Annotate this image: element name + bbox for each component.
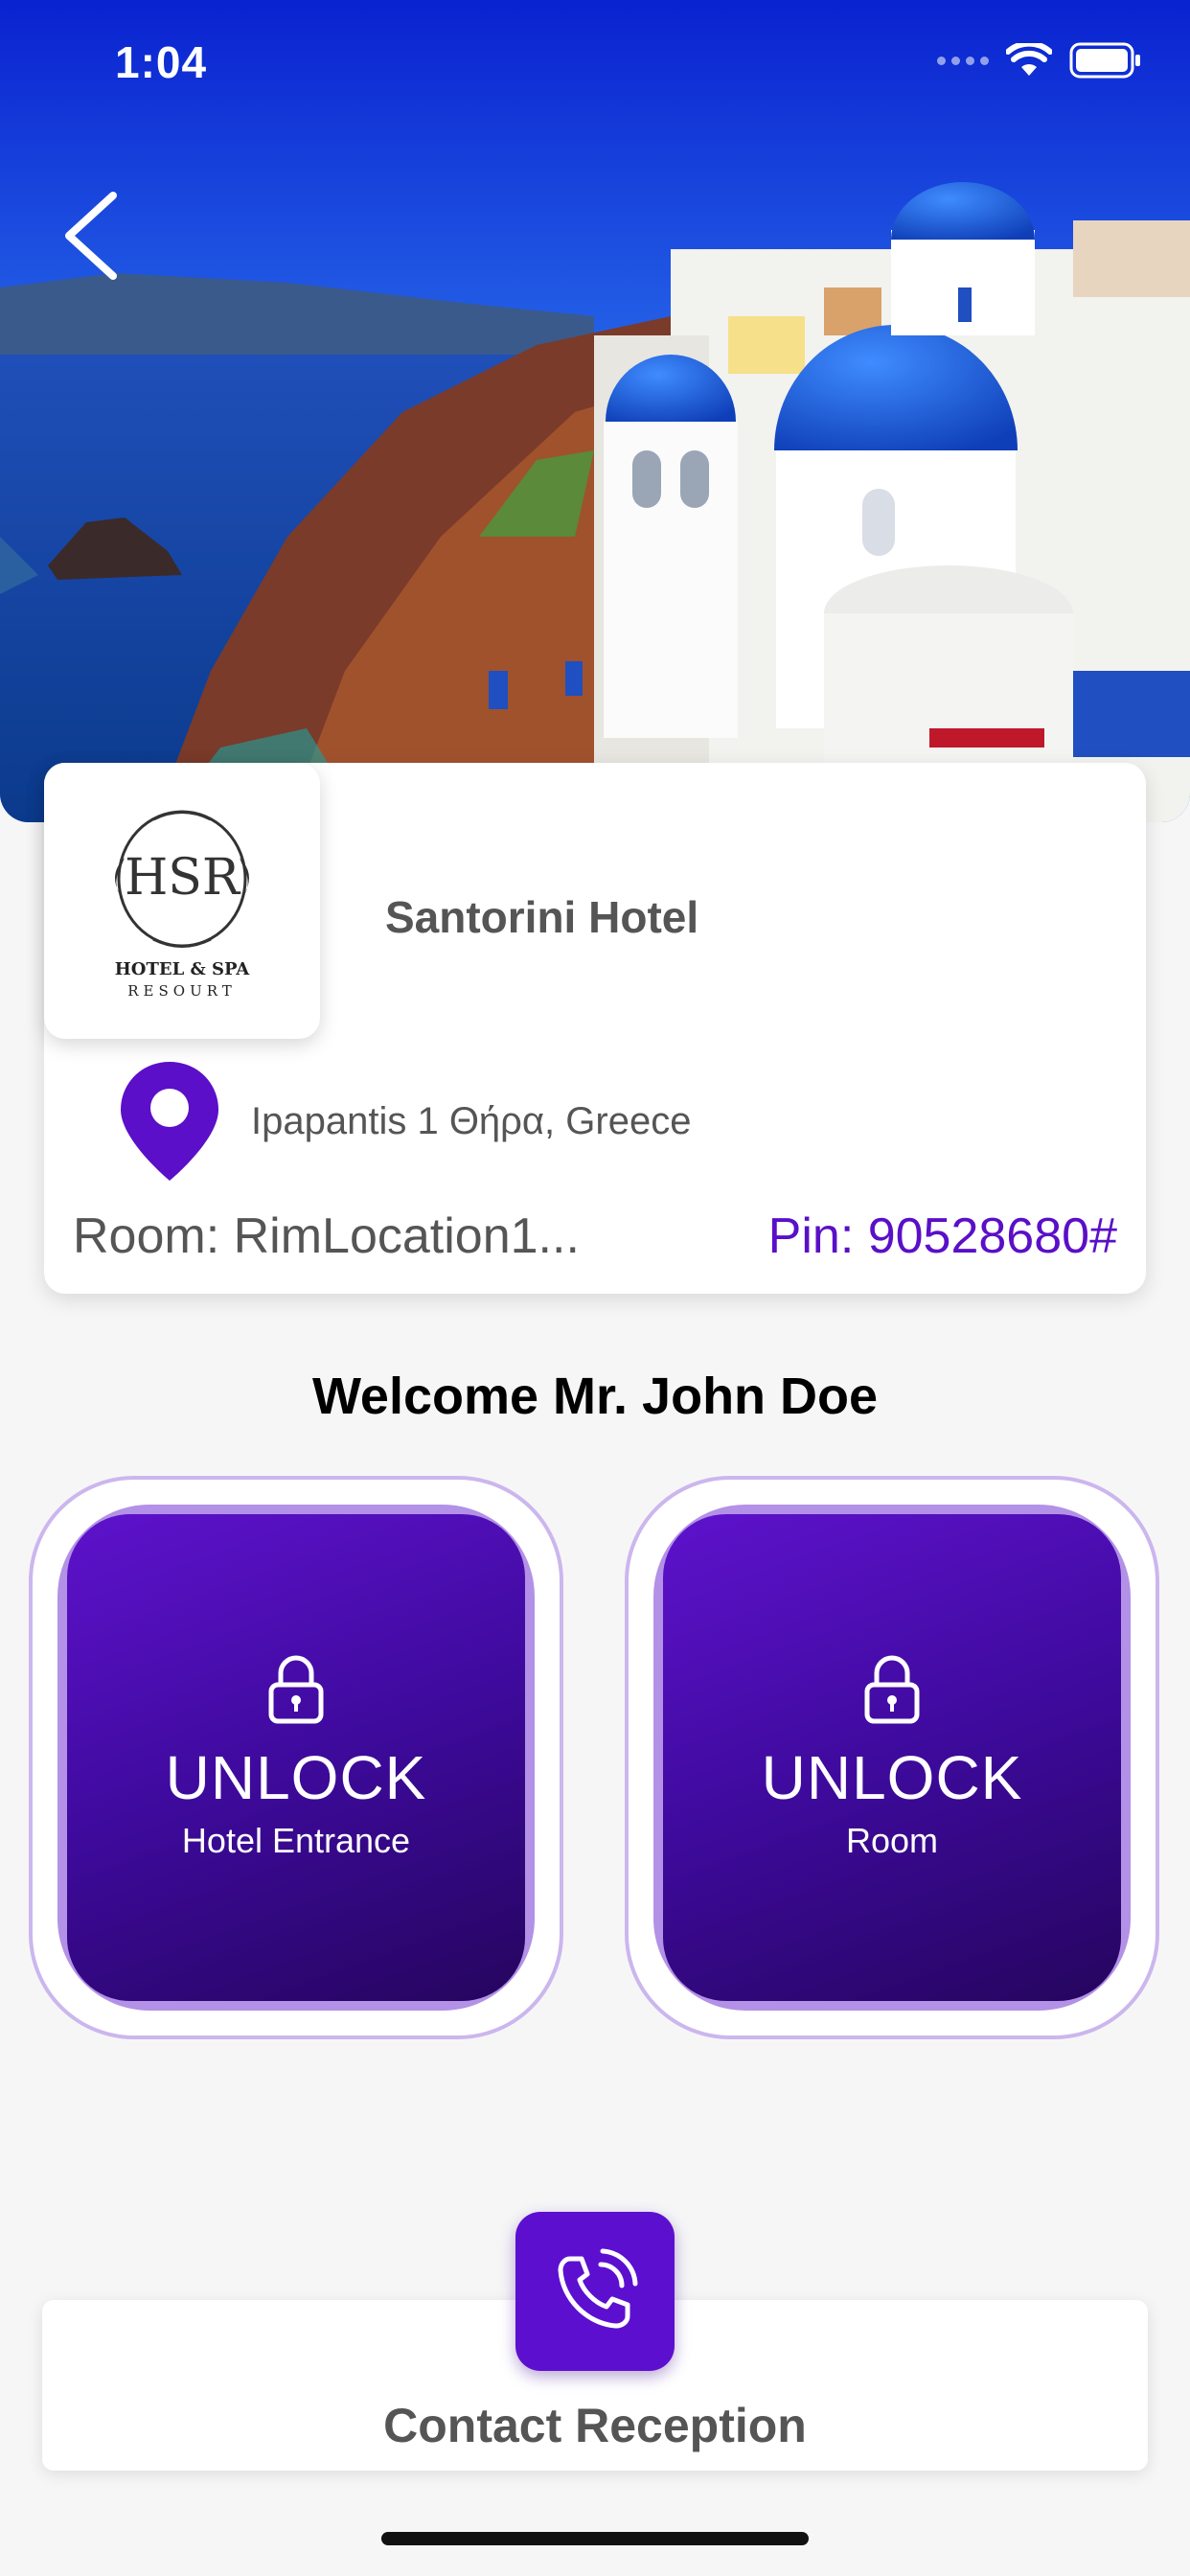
lock-icon — [268, 1655, 324, 1724]
home-indicator — [381, 2532, 809, 2545]
logo-monogram: HSR — [125, 849, 241, 907]
status-time: 1:04 — [115, 37, 208, 87]
hotel-logo: HSR HOTEL & SPA RESOURT — [44, 763, 320, 1039]
lock-icon — [864, 1655, 920, 1724]
hero-image — [0, 0, 1190, 822]
santorini-illustration — [0, 0, 1190, 822]
unlock-hotel-entrance-button[interactable]: UNLOCK Hotel Entrance — [67, 1514, 525, 2001]
hotel-address: Ipapantis 1 Θήρα, Greece — [251, 1100, 692, 1142]
door-pin: Pin: 90528680# — [767, 1208, 1117, 1264]
logo-line2: RESOURT — [127, 982, 237, 1000]
welcome-message: Welcome Mr. John Doe — [311, 1368, 879, 1425]
unlock-title: UNLOCK — [761, 1743, 1023, 1812]
cellular-signal-icon — [937, 56, 989, 65]
battery-icon — [1069, 42, 1140, 79]
hotel-logo-emblem: HSR HOTEL & SPA RESOURT — [115, 810, 250, 1000]
unlock-subtitle: Room — [845, 1821, 939, 1860]
contact-reception-label[interactable]: Contact Reception — [0, 2398, 1190, 2453]
unlock-hotel-entrance-tile: UNLOCK Hotel Entrance — [29, 1476, 563, 2039]
unlock-title: UNLOCK — [165, 1743, 427, 1812]
unlock-subtitle: Hotel Entrance — [181, 1821, 411, 1860]
hotel-name: Santorini Hotel — [385, 892, 699, 942]
chevron-left-icon — [65, 192, 117, 280]
unlock-room-button[interactable]: UNLOCK Room — [663, 1514, 1121, 2001]
phone-call-icon — [558, 2248, 638, 2329]
status-icons — [937, 42, 1142, 79]
unlock-room-tile: UNLOCK Room — [625, 1476, 1159, 2039]
back-button[interactable] — [54, 188, 130, 284]
location-pin-icon — [121, 1062, 218, 1181]
room-label: Room: RimLocation1... — [73, 1208, 580, 1264]
logo-line1: HOTEL & SPA — [115, 959, 250, 979]
wifi-icon — [1006, 43, 1052, 76]
call-reception-button[interactable] — [515, 2212, 675, 2371]
